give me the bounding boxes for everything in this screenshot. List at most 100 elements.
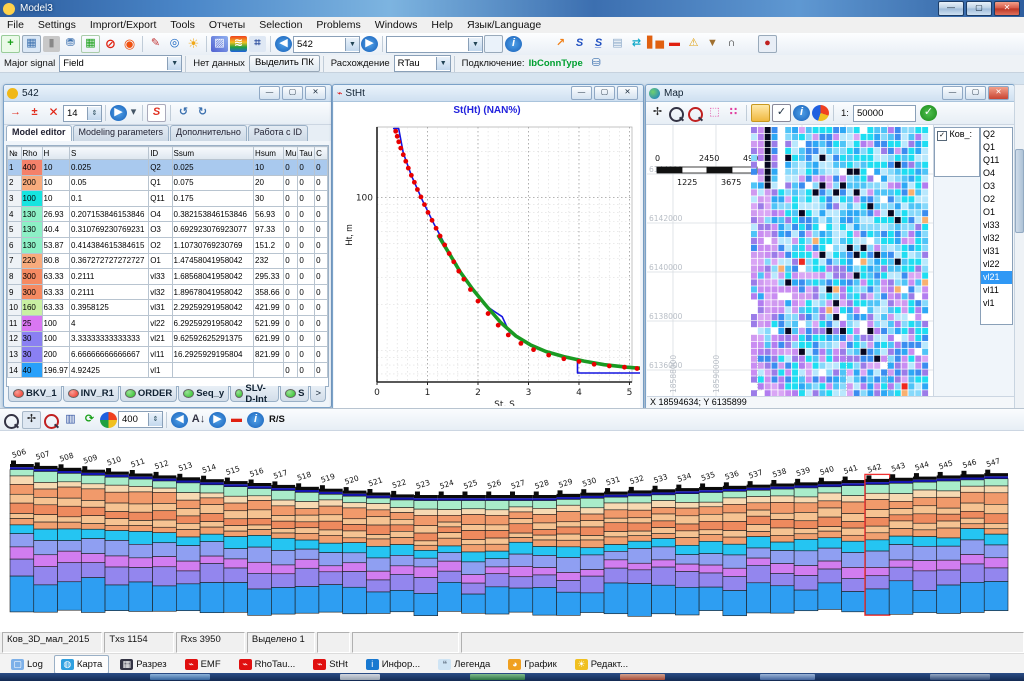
table-cell[interactable]: 20 — [254, 175, 284, 191]
menu-item-problems[interactable]: Problems — [309, 18, 367, 32]
remove-layer-icon[interactable]: ± — [26, 105, 43, 121]
model-table[interactable]: №RhoHSIDSsumHsumMuTauC1400100.025Q20.025… — [7, 146, 328, 378]
table-cell[interactable]: 0 — [315, 284, 328, 300]
table-cell[interactable]: 0 — [298, 191, 315, 207]
table-cell[interactable]: Q1 — [149, 175, 172, 191]
next-icon[interactable]: ▶ — [209, 412, 226, 428]
map-layer-item-O3[interactable]: O3 — [981, 180, 1012, 193]
sort-icon[interactable]: A↓ — [190, 412, 207, 428]
menu-item-отчеты[interactable]: Отчеты — [202, 18, 252, 32]
table-cell[interactable]: 3.33333333333333 — [70, 331, 149, 347]
column-header-C[interactable]: C — [315, 147, 328, 160]
table-cell[interactable]: 295.33 — [254, 269, 284, 285]
table-cell[interactable]: 63.33 — [42, 284, 69, 300]
problem-combobox[interactable]: ▼ — [386, 36, 483, 53]
taskbar-window-preview[interactable] — [340, 674, 380, 680]
sun-icon[interactable]: ☀ — [185, 36, 202, 52]
rho-cell[interactable]: 40 — [21, 362, 42, 378]
table-cell[interactable]: 0 — [284, 175, 298, 191]
columns-icon[interactable]: ▥ — [62, 412, 79, 428]
table-cell[interactable]: 0 — [315, 347, 328, 363]
menu-item-settings[interactable]: Settings — [31, 18, 83, 32]
column-header-S[interactable]: S — [70, 147, 149, 160]
table-cell[interactable]: 0 — [315, 222, 328, 238]
table-cell[interactable]: 0 — [284, 237, 298, 253]
major-signal-combobox[interactable]: Field ▼ — [59, 55, 182, 72]
table-cell[interactable]: vl21 — [149, 331, 172, 347]
table-cell[interactable]: 0.2111 — [70, 269, 149, 285]
rho-cell[interactable]: 130 — [21, 222, 42, 238]
table-cell[interactable] — [254, 362, 284, 378]
table-row[interactable]: 830063.330.2111vl331.68568041958042295.3… — [8, 269, 328, 285]
table-cell[interactable]: 1.68568041958042 — [172, 269, 254, 285]
rs-toggle-button[interactable]: R/S — [269, 414, 285, 425]
prev-icon[interactable]: ◀ — [171, 412, 188, 428]
rho-cell[interactable]: 25 — [21, 315, 42, 331]
table-row[interactable]: 722080.80.367272727272727O11.47458041958… — [8, 253, 328, 269]
table-cell[interactable]: vl11 — [149, 347, 172, 363]
map-layer-item-vl32[interactable]: vl32 — [981, 232, 1012, 245]
layer-count-spinner[interactable]: 14 ⇕ — [63, 105, 102, 122]
table-cell[interactable]: 0 — [315, 300, 328, 316]
run-dropdown-icon[interactable]: ▾ — [129, 105, 138, 121]
table-cell[interactable]: 8 — [8, 269, 22, 285]
map-layer-item-vl33[interactable]: vl33 — [981, 219, 1012, 232]
table-row[interactable]: 1440196.974.92425vl1000 — [8, 362, 328, 378]
table-cell[interactable]: vl32 — [149, 284, 172, 300]
database-icon[interactable]: ⛃ — [62, 36, 79, 52]
table-cell[interactable]: O4 — [149, 206, 172, 222]
table-cell[interactable]: 0 — [284, 362, 298, 378]
table-cell[interactable]: 0 — [315, 175, 328, 191]
table-cell[interactable]: 0.2111 — [70, 284, 149, 300]
table-cell[interactable]: 0 — [298, 206, 315, 222]
zoom-selected-icon[interactable] — [687, 105, 704, 121]
table-cell[interactable]: 0.414384615384615 — [70, 237, 149, 253]
table-cell[interactable]: 12 — [8, 331, 22, 347]
map-layer-item-vl22[interactable]: vl22 — [981, 258, 1012, 271]
table-cell[interactable]: 0 — [298, 362, 315, 378]
table-cell[interactable]: 0 — [315, 315, 328, 331]
table-cell[interactable]: 97.33 — [254, 222, 284, 238]
table-cell[interactable]: 0 — [298, 315, 315, 331]
table-cell[interactable]: 10 — [42, 175, 69, 191]
model-tab-2[interactable]: Дополнительно — [170, 125, 247, 141]
table-cell[interactable]: 10 — [8, 300, 22, 316]
close-button[interactable]: ✕ — [617, 86, 638, 100]
minimize-button[interactable]: — — [571, 86, 592, 100]
target-icon[interactable]: ◎ — [166, 36, 183, 52]
column-header-Mu[interactable]: Mu — [284, 147, 298, 160]
table-cell[interactable]: 10 — [42, 191, 69, 207]
new-file-icon[interactable]: + — [1, 35, 20, 53]
table-cell[interactable]: 40.4 — [42, 222, 69, 238]
problem-tab-INV_R1[interactable]: INV_R1 — [63, 386, 119, 402]
table-cell[interactable]: Q2 — [149, 160, 172, 176]
table-export-icon[interactable]: ▦ — [81, 35, 100, 53]
table-cell[interactable]: 621.99 — [254, 331, 284, 347]
basket-icon[interactable]: ▼ — [704, 36, 721, 52]
select-region-icon[interactable]: ⬚ — [706, 105, 723, 121]
table-cell[interactable]: 1.47458041958042 — [172, 253, 254, 269]
table-cell[interactable]: 232 — [254, 253, 284, 269]
table-row[interactable]: 513040.40.310769230769231O30.69292307692… — [8, 222, 328, 238]
map-group-item[interactable]: ✓ Ков_: — [935, 128, 979, 141]
table-cell[interactable]: 100 — [42, 331, 69, 347]
table-row[interactable]: 12301003.33333333333333vl219.62592625291… — [8, 331, 328, 347]
apply-scale-icon[interactable]: ✓ — [920, 105, 937, 121]
rho-cell[interactable]: 300 — [21, 269, 42, 285]
map-canvas[interactable]: 6144000614200061400006138000613600018588… — [647, 125, 934, 396]
table-cell[interactable]: 4 — [70, 315, 149, 331]
swap-arrows-icon[interactable]: ⇄ — [628, 36, 645, 52]
table-cell[interactable]: Q11 — [149, 191, 172, 207]
column-header-Rho[interactable]: Rho — [21, 147, 42, 160]
stop-icon[interactable]: ⊘ — [102, 36, 119, 52]
table-cell[interactable]: 0 — [284, 191, 298, 207]
menu-item-язык-language[interactable]: Язык/Language — [460, 18, 548, 32]
table-cell[interactable]: 0 — [284, 315, 298, 331]
chevron-down-icon[interactable]: ▼ — [436, 57, 450, 70]
table-cell[interactable]: 0.207153846153846 — [70, 206, 149, 222]
table-cell[interactable]: 821.99 — [254, 347, 284, 363]
menu-item-file[interactable]: File — [0, 18, 31, 32]
model-window-title-bar[interactable]: 542 — ▢ ✕ — [4, 85, 331, 102]
table-cell[interactable]: 0 — [298, 300, 315, 316]
table-cell[interactable]: 1.10730769230769 — [172, 237, 254, 253]
